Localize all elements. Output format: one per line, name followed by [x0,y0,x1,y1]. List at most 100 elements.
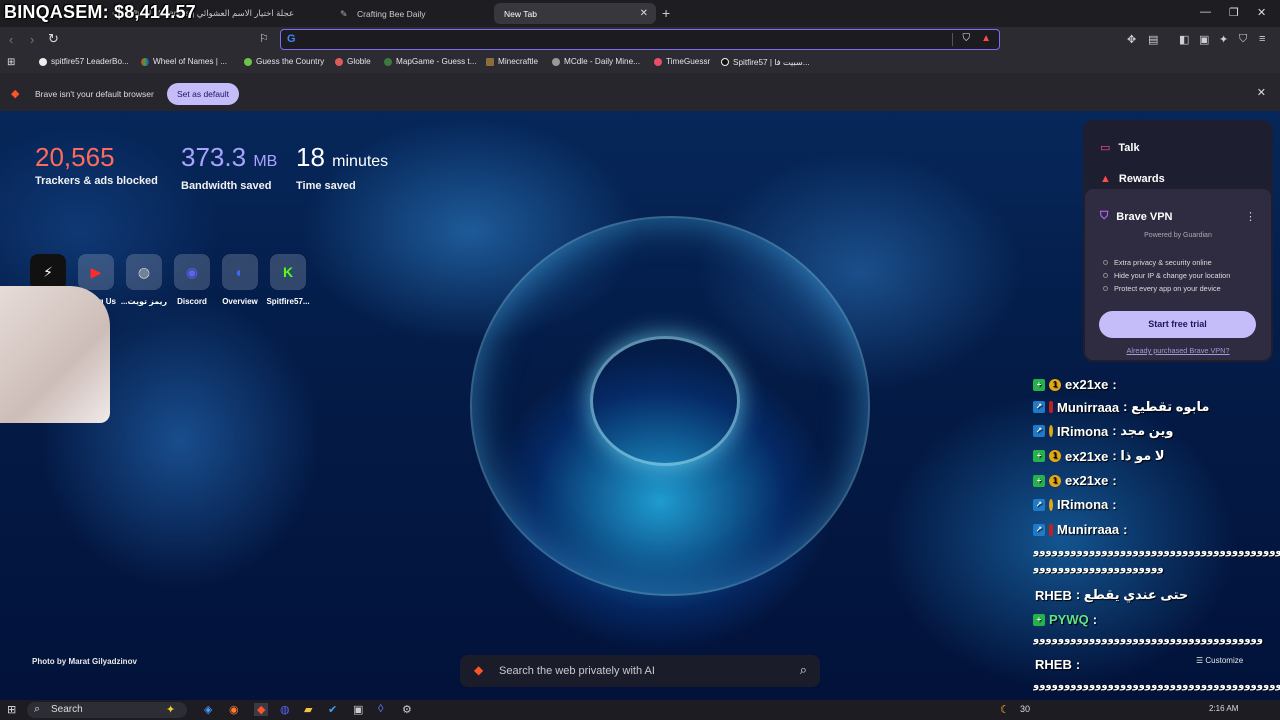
discord-taskbar-icon[interactable]: ◍ [280,703,290,716]
bookmark-item[interactable]: MCdle - Daily Mine... [552,57,640,66]
new-tab-button[interactable]: + [662,5,670,21]
taskbar-clock[interactable]: 2:16 AM [1209,704,1238,713]
leo-ai-icon[interactable]: ✦ [1219,33,1228,46]
tab-crafting-bee[interactable]: ✎ Crafting Bee Daily [330,3,490,24]
apps-grid-icon[interactable]: ⊞ [7,57,15,68]
overview-icon: ◐ [222,254,258,290]
set-as-default-button[interactable]: Set as default [167,83,239,105]
extensions-icon[interactable]: ✥ [1127,33,1136,46]
app-icon[interactable]: ◊ [378,703,383,715]
ai-search-box[interactable]: ◆ Search the web privately with AI ⌕ [460,655,820,687]
bookmark-item[interactable]: spitfire57 LeaderBo... [39,57,129,66]
windows-start-icon[interactable]: ⊞ [7,703,16,716]
chat-username: RHEB [1035,587,1072,603]
stream-chat-overlay: +1 ex21xe: ↗ Munirraaa: مابوه تقطيع ↗ IRimo… [1030,377,1280,697]
checkmark-app-icon[interactable]: ✔ [328,703,337,716]
firefox-icon[interactable]: ◉ [229,703,239,716]
chat-message: ↗ IRimona: وين مجد [1033,423,1173,439]
badge-icon: ↗ [1033,401,1045,413]
badge-icon: ↗ [1033,425,1045,437]
kick-icon: K [270,254,306,290]
bookmark-item[interactable]: Minecraftle [486,57,538,66]
stat-time: 18 minutes Time saved [296,142,388,192]
close-infobar-icon[interactable]: ✕ [1257,86,1266,99]
bookmark-item[interactable]: Guess the Country [244,57,324,66]
stat-bandwidth-label: Bandwidth saved [181,180,272,192]
bookmark-item[interactable]: MapGame - Guess t... [384,57,477,66]
bookmark-item[interactable]: TimeGuessr [654,57,710,66]
chat-text: : [1112,473,1117,488]
brave-rewards-icon[interactable]: ▲ [981,33,991,44]
taskbar-search[interactable]: ⌕ Search [27,702,187,718]
badge-icon [1049,425,1053,437]
copilot-app-icon[interactable]: ◈ [204,703,212,716]
vpn-feature-label: Protect every app on your device [1114,284,1221,293]
badge-icon [1049,498,1053,511]
obs-icon[interactable]: ▣ [353,703,363,716]
restore-icon[interactable]: ❐ [1229,6,1239,19]
tab-search-icon[interactable]: ▤ [1148,33,1158,46]
new-tab-page: 20,565 Trackers & ads blocked 373.3 MB B… [0,111,1280,700]
wallet-icon[interactable]: ▣ [1199,33,1209,46]
settings-icon[interactable]: ⚙ [402,703,412,716]
search-icon[interactable]: ⌕ [800,662,807,678]
bookmark-item[interactable]: Globle [335,57,371,66]
menu-icon[interactable]: ≡ [1259,33,1265,45]
chat-text: : [1092,612,1098,627]
top-site-tile[interactable]: ◉ Discord [172,254,212,306]
minimize-icon[interactable]: — [1200,6,1211,18]
badge-icon [1049,523,1053,536]
bullet-icon [1103,273,1108,278]
weather-icon: ☾ [1000,704,1010,716]
more-options-icon[interactable]: ⋮ [1245,210,1256,223]
forward-icon[interactable]: › [30,32,34,47]
photo-credit[interactable]: Photo by Marat Gilyadzinov [32,657,137,666]
badge-icon: 1 [1049,450,1061,462]
bookmark-item[interactable]: Wheel of Names | ... [141,57,227,66]
chat-username: RHEB [1035,657,1072,672]
sidebar-icon[interactable]: ◧ [1179,33,1189,46]
webcam-overlay [0,286,110,423]
stat-bandwidth-value: 373.3 [181,142,247,172]
rewards-widget[interactable]: ▲ Rewards [1100,173,1165,185]
vpn-icon[interactable]: ⛉ [1239,33,1247,46]
brave-shields-icon[interactable]: ⛉ [963,33,971,44]
chat-spam-line: ﻭﻭﻭﻭﻭﻭﻭﻭﻭﻭﻭﻭﻭﻭﻭﻭﻭﻭﻭﻭﻭﻭﻭﻭﻭﻭﻭﻭﻭﻭﻭﻭﻭﻭﻭﻭﻭﻭﻭﻭ… [1033,546,1280,557]
file-explorer-icon[interactable]: ▰ [304,703,312,716]
stat-trackers-value: 20,565 [35,142,115,172]
top-site-tile[interactable]: K Spitfire57... [266,254,310,306]
chat-message: +1 ex21xe: لا مو ذا [1033,448,1165,464]
back-icon[interactable]: ‹ [9,32,13,47]
badge-icon: 1 [1049,474,1061,487]
already-purchased-link[interactable]: Already purchased Brave VPN? [1083,346,1273,355]
top-site-tile[interactable]: ◐ Overview [220,254,260,306]
reload-icon[interactable]: ↻ [48,31,59,47]
bookmark-favicon [486,57,494,66]
bookmark-item[interactable]: Spitfire57 | سبيت فا... [721,57,810,67]
window-close-icon[interactable]: ✕ [1257,6,1266,19]
address-bar[interactable]: G ⛉ ▲ [280,29,1000,50]
bookmark-label: MapGame - Guess t... [396,57,477,66]
chat-text: : [1112,377,1117,392]
brave-taskbar-icon[interactable]: ◆ [254,703,269,716]
top-site-tile[interactable]: ◍ ...ريمز تويت [121,254,167,306]
bookmark-icon[interactable]: ⚐ [259,32,269,45]
copilot-icon[interactable]: ✦ [166,703,175,716]
chat-spam-line: ﻭﻭﻭﻭﻭﻭﻭﻭﻭﻭﻭﻭﻭﻭﻭﻭﻭﻭﻭﻭﻭ [1033,563,1165,574]
bookmark-favicon [721,58,729,66]
talk-widget[interactable]: ▭ Talk [1100,141,1140,155]
widgets-panel: ▭ Talk ▲ Rewards ⛉ Brave VPN ⋮ Powered by G… [1083,120,1273,362]
bookmark-label: Spitfire57 | سبيت فا... [733,58,810,67]
stat-trackers: 20,565 Trackers & ads blocked [35,142,158,187]
badge-icon: + [1033,474,1045,487]
close-tab-icon[interactable]: ✕ [640,8,648,19]
background-jellyfish-core [590,336,740,466]
rewards-label: Rewards [1118,173,1165,185]
badge-icon: ↗ [1033,523,1045,536]
start-free-trial-button[interactable]: Start free trial [1099,311,1256,338]
bookmark-favicon [384,57,392,66]
vpn-feature: Protect every app on your device [1103,284,1221,293]
search-input[interactable]: Search the web privately with AI [499,665,655,677]
globe-icon: ◍ [126,254,162,290]
tab-new-tab[interactable]: New Tab ✕ [494,3,656,24]
